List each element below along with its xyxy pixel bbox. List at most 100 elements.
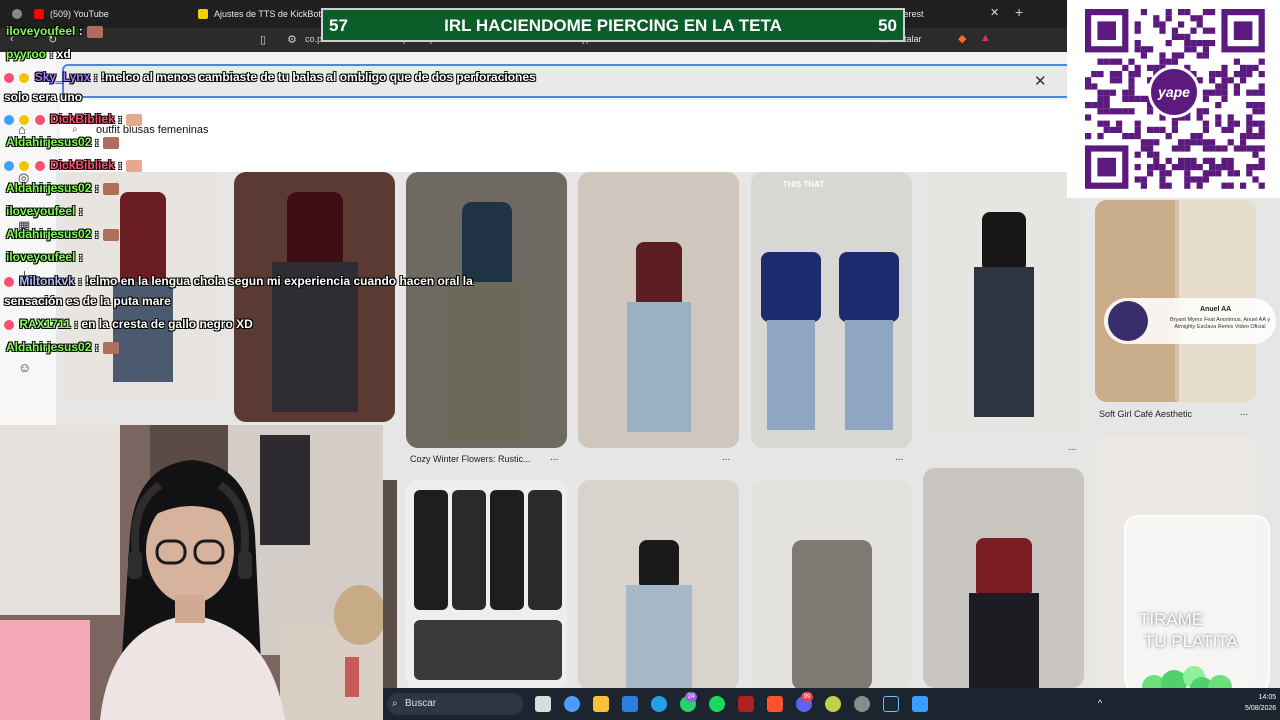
obs-icon[interactable] (825, 696, 841, 712)
qr-module (1178, 164, 1185, 171)
more-options-icon[interactable]: ... (722, 452, 730, 463)
pin-card[interactable] (751, 480, 912, 690)
qr-module (1240, 182, 1247, 189)
pin-card[interactable] (406, 480, 567, 690)
notepad-icon[interactable] (912, 696, 928, 712)
qr-module (1196, 52, 1203, 59)
qr-module (1196, 139, 1203, 146)
qr-module (1140, 139, 1147, 146)
qr-module (1147, 64, 1154, 71)
taskbar-clock[interactable]: 14:05 5/08/2026 (1245, 693, 1276, 714)
pin-card[interactable]: THIS THAT (751, 172, 912, 448)
brave-shield-icon[interactable]: ◆ (958, 32, 966, 45)
chat-text: : (78, 204, 83, 218)
tab-label: Ajustes de TTS de KickBot (214, 9, 321, 19)
settings-icon[interactable] (854, 696, 870, 712)
qr-module (1190, 40, 1197, 47)
qr-module (1227, 114, 1234, 121)
qr-module (1258, 126, 1265, 133)
taskbar-search[interactable]: ⌕ Buscar (387, 693, 523, 715)
brave-icon[interactable] (767, 696, 783, 712)
qr-module (1128, 83, 1135, 90)
more-options-icon[interactable]: ... (1240, 407, 1248, 418)
pin-caption[interactable]: Cozy Winter Flowers: Rustic... (410, 454, 531, 464)
tray-chevron-icon[interactable]: ^ (1098, 698, 1108, 708)
qr-module (1171, 145, 1178, 152)
browser-menu-icon[interactable] (6, 4, 22, 24)
pin-card[interactable] (923, 468, 1084, 688)
qr-module (1159, 52, 1166, 59)
qr-module (1252, 64, 1259, 71)
copilot-icon[interactable] (564, 696, 580, 712)
task-view-icon[interactable] (535, 696, 551, 712)
qr-module (1178, 9, 1185, 16)
chat-username: pyyroo (6, 47, 47, 61)
steam-icon[interactable] (883, 696, 899, 712)
qr-module (1085, 83, 1092, 90)
close-icon[interactable]: ✕ (1034, 72, 1047, 90)
qr-module (1215, 83, 1222, 90)
qr-module (1134, 176, 1141, 183)
qr-module (1091, 102, 1098, 109)
store-icon[interactable] (622, 696, 638, 712)
qr-module (1258, 89, 1265, 96)
pin-card[interactable] (923, 172, 1084, 436)
chat-username: DickBibliek (50, 112, 115, 126)
edge-icon[interactable] (651, 696, 667, 712)
qr-module (1147, 108, 1154, 115)
pin-card[interactable] (383, 480, 397, 690)
qr-module (1258, 83, 1265, 90)
dota-icon[interactable] (738, 696, 754, 712)
qr-module (1134, 21, 1141, 28)
emote (102, 182, 119, 195)
close-tab-icon[interactable]: ✕ (990, 6, 999, 19)
qr-module (1109, 58, 1116, 65)
chat-message: pyyroo : xd (6, 47, 71, 61)
qr-module (1128, 77, 1135, 84)
pin-caption[interactable]: Soft Girl Café Aesthetic (1099, 409, 1192, 419)
qr-module (1190, 15, 1197, 22)
qr-module (1246, 71, 1253, 78)
chat-text: : (118, 158, 123, 172)
qr-module (1221, 77, 1228, 84)
file-explorer-icon[interactable] (593, 696, 609, 712)
qr-module (1109, 126, 1116, 133)
youtube-icon (34, 9, 44, 19)
qr-module (1215, 89, 1222, 96)
qr-module (1140, 9, 1147, 16)
more-options-icon[interactable]: ... (895, 452, 903, 463)
qr-module (1103, 120, 1110, 127)
tab-kickbot[interactable]: Ajustes de TTS de KickBot (192, 4, 321, 24)
more-options-icon[interactable]: ... (550, 452, 558, 463)
messages-icon[interactable]: ☺ (18, 360, 31, 375)
pin-card[interactable] (578, 172, 739, 448)
tab-youtube[interactable]: (509) YouTube (28, 4, 109, 24)
qr-module (1116, 58, 1123, 65)
moderator-badge (34, 114, 45, 125)
qr-module (1134, 164, 1141, 171)
chat-overlay: iloveyoufeel : pyyroo : xd Sky_Lynx : !m… (0, 22, 560, 362)
qr-module (1134, 64, 1141, 71)
qr-module (1159, 176, 1166, 183)
qr-module (1240, 71, 1247, 78)
qr-module (1246, 170, 1253, 177)
new-tab-button[interactable]: + (1015, 4, 1023, 20)
search-icon: ⌕ (392, 698, 398, 709)
pin-card[interactable] (578, 480, 739, 690)
qr-module (1147, 126, 1154, 133)
qr-module (1085, 102, 1092, 109)
emote (102, 136, 119, 149)
moderator-badge (4, 72, 14, 83)
brave-rewards-icon[interactable]: ▲ (980, 32, 991, 44)
qr-module (1190, 176, 1197, 183)
emote (102, 341, 119, 354)
qr-module (1109, 71, 1116, 78)
chat-message: iloveyoufeel : (6, 204, 83, 218)
more-options-icon[interactable]: ... (1068, 442, 1076, 453)
spotify-icon[interactable] (709, 696, 725, 712)
qr-module (1122, 89, 1129, 96)
qr-module (1097, 133, 1104, 140)
qr-module (1165, 15, 1172, 22)
qr-module (1202, 126, 1209, 133)
qr-module (1184, 170, 1191, 177)
